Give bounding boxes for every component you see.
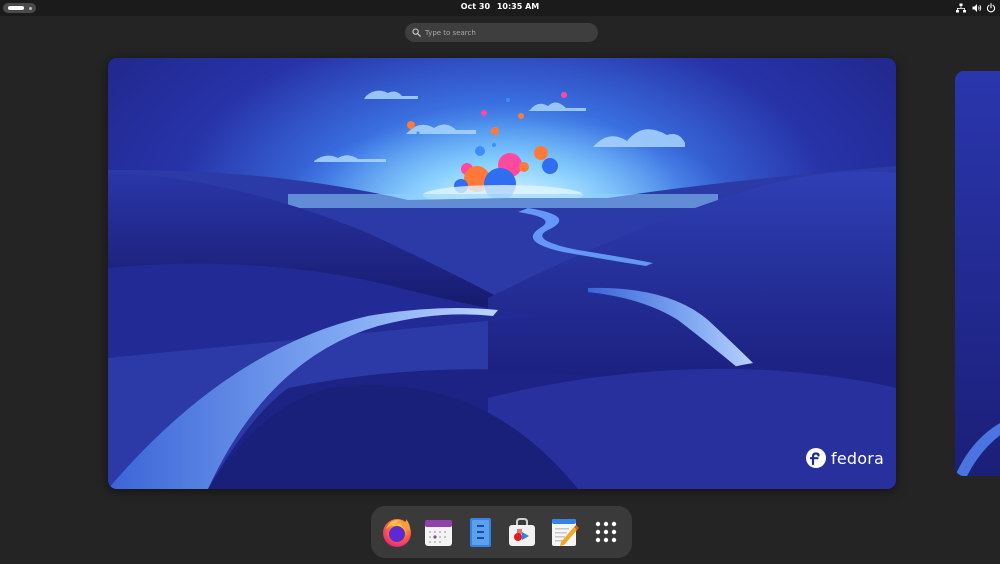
workspace-thumbnail-next[interactable]: [955, 71, 1000, 476]
show-apps-icon[interactable]: [589, 515, 623, 549]
top-bar: Oct 30 10:35 AM: [0, 0, 1000, 16]
search-input[interactable]: [425, 23, 590, 42]
workspace-thumbnail[interactable]: fedora: [108, 58, 896, 489]
dock: [371, 506, 632, 558]
power-icon[interactable]: [986, 3, 996, 13]
clock-date: Oct 30: [460, 2, 491, 11]
wallpaper-next: [955, 71, 1000, 476]
search-icon: [412, 28, 421, 37]
wallpaper: [108, 58, 896, 489]
clock-time: 10:35 AM: [496, 2, 540, 11]
text-editor-icon[interactable]: [547, 515, 581, 549]
fedora-icon: [806, 448, 826, 468]
fedora-wordmark: fedora: [831, 448, 885, 468]
search-bar[interactable]: [405, 23, 598, 42]
fedora-logo: fedora: [805, 446, 884, 470]
volume-icon[interactable]: [972, 3, 982, 13]
clock-button[interactable]: Oct 30 10:35 AM: [0, 2, 1000, 11]
files-icon[interactable]: [463, 515, 497, 549]
calendar-icon[interactable]: [421, 515, 455, 549]
firefox-icon[interactable]: [380, 515, 414, 549]
software-icon[interactable]: [505, 515, 539, 549]
network-icon[interactable]: [956, 3, 966, 13]
